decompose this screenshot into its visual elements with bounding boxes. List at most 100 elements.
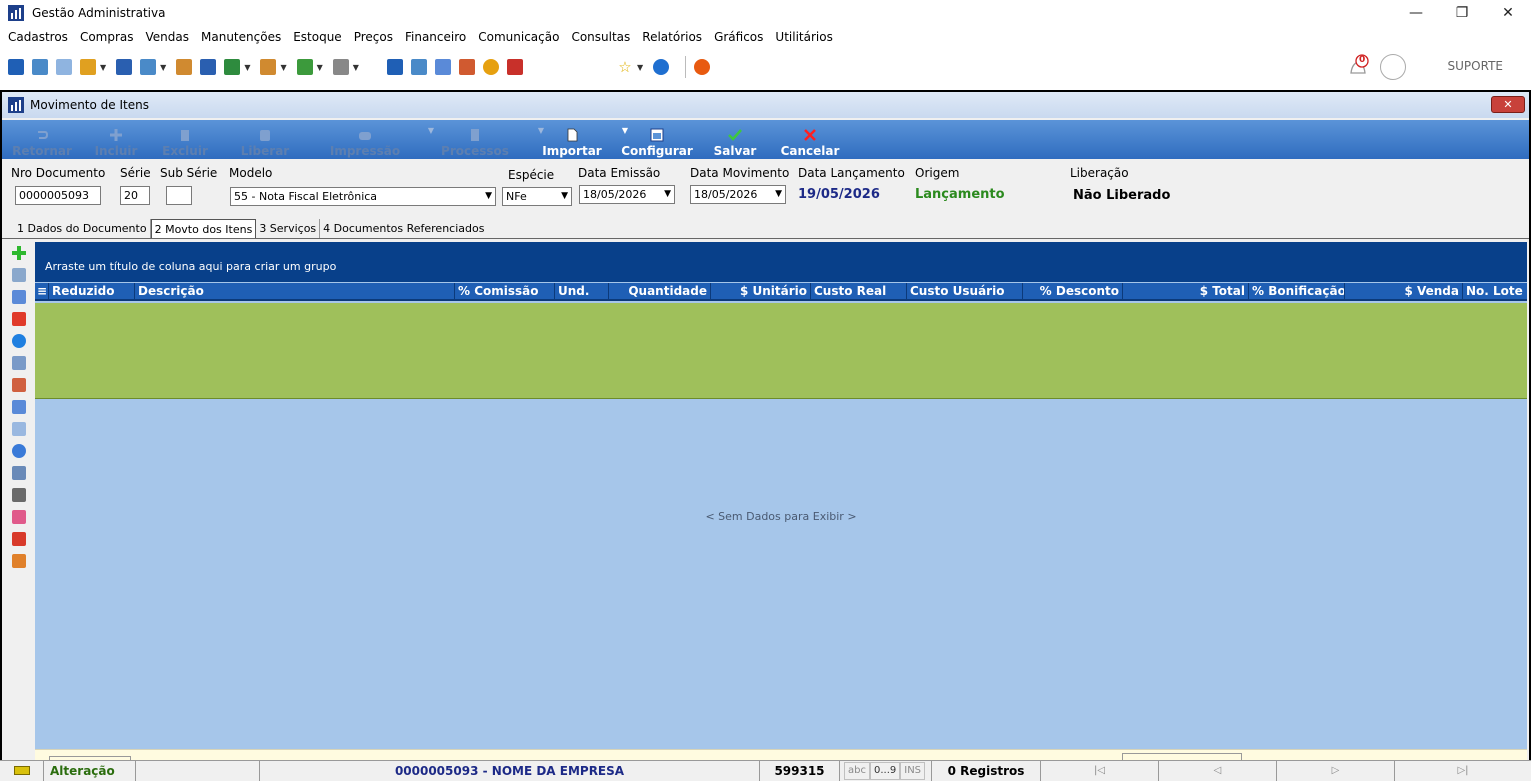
- add-icon[interactable]: [12, 246, 26, 260]
- dropdown-arrow-icon[interactable]: ▼: [317, 63, 323, 72]
- salvar-button[interactable]: Salvar: [700, 120, 770, 159]
- search-doc-icon[interactable]: [506, 59, 523, 75]
- modelo-select[interactable]: 55 - Nota Fiscal Eletrônica ▼: [230, 187, 496, 206]
- book-icon[interactable]: [8, 59, 24, 75]
- row-selector-icon[interactable]: ≡: [35, 283, 49, 299]
- pen-icon[interactable]: [12, 510, 26, 524]
- lock-icon[interactable]: [482, 59, 499, 75]
- data-emissao-field[interactable]: 18/05/2026 ▼: [579, 185, 675, 204]
- col-desconto[interactable]: % Desconto: [1023, 283, 1123, 299]
- dropdown-arrow-icon[interactable]: ▼: [244, 63, 250, 72]
- menu-cadastros[interactable]: Cadastros: [8, 27, 68, 47]
- cancelar-button[interactable]: Cancelar: [770, 120, 850, 159]
- tab-documentos-referenciados[interactable]: 4 Documentos Referenciados: [320, 219, 487, 239]
- list-icon[interactable]: [80, 59, 96, 75]
- bell-icon[interactable]: 0: [1345, 54, 1371, 80]
- dropdown-arrow-icon[interactable]: ▼: [353, 63, 359, 72]
- grid-add-icon[interactable]: [12, 400, 26, 414]
- grid-icon[interactable]: [386, 59, 403, 75]
- copy-icon[interactable]: [12, 422, 26, 436]
- liberar-button[interactable]: Liberar: [220, 120, 310, 159]
- gear-icon[interactable]: [12, 444, 26, 458]
- calculator-icon[interactable]: [410, 59, 427, 75]
- col-custo-real[interactable]: Custo Real: [811, 283, 907, 299]
- table-icon[interactable]: [12, 356, 26, 370]
- menu-estoque[interactable]: Estoque: [293, 27, 342, 47]
- col-bonificacao[interactable]: % Bonificação: [1249, 283, 1345, 299]
- nav-next-button[interactable]: ▷: [1277, 761, 1396, 781]
- menu-utilitarios[interactable]: Utilitários: [775, 27, 832, 47]
- col-descricao[interactable]: Descrição: [135, 283, 455, 299]
- document-icon[interactable]: [116, 59, 133, 75]
- minimize-button[interactable]: —: [1393, 0, 1439, 26]
- col-und[interactable]: Und.: [555, 283, 609, 299]
- excluir-button[interactable]: Excluir: [150, 120, 220, 159]
- users-icon[interactable]: [32, 59, 48, 75]
- child-close-button[interactable]: ✕: [1491, 96, 1525, 113]
- nav-last-button[interactable]: ▷|: [1395, 761, 1531, 781]
- menu-manutencoes[interactable]: Manutenções: [201, 27, 281, 47]
- tab-dados-documento[interactable]: 1 Dados do Documento: [14, 219, 151, 239]
- menu-vendas[interactable]: Vendas: [146, 27, 190, 47]
- book-open-icon[interactable]: [12, 378, 26, 392]
- fuel-icon[interactable]: [12, 554, 26, 568]
- serie-field[interactable]: 20: [120, 186, 150, 205]
- schedule-icon[interactable]: [458, 59, 475, 75]
- tab-movto-itens[interactable]: 2 Movto dos Itens: [150, 219, 257, 239]
- col-total[interactable]: $ Total: [1123, 283, 1249, 299]
- menu-comunicacao[interactable]: Comunicação: [478, 27, 559, 47]
- export-icon[interactable]: [12, 532, 26, 546]
- menu-financeiro[interactable]: Financeiro: [405, 27, 466, 47]
- especie-select[interactable]: NFe ▼: [502, 187, 572, 206]
- cart-icon[interactable]: [140, 59, 157, 75]
- processos-button[interactable]: Processos ▼: [420, 120, 544, 159]
- data-movimento-field[interactable]: 18/05/2026 ▼: [690, 185, 786, 204]
- group-by-panel[interactable]: Arraste um título de coluna aqui para cr…: [35, 242, 1527, 282]
- col-comissao[interactable]: % Comissão: [455, 283, 555, 299]
- menu-graficos[interactable]: Gráficos: [714, 27, 763, 47]
- sub-serie-field[interactable]: [166, 186, 192, 205]
- menu-precos[interactable]: Preços: [354, 27, 393, 47]
- col-custo-usuario[interactable]: Custo Usuário: [907, 283, 1023, 299]
- calendar-icon[interactable]: [434, 59, 451, 75]
- dropdown-arrow-icon[interactable]: ▼: [100, 63, 106, 72]
- col-unitario[interactable]: $ Unitário: [711, 283, 811, 299]
- retornar-button[interactable]: Retornar: [2, 120, 82, 159]
- printer-icon[interactable]: [332, 59, 349, 75]
- tab-servicos[interactable]: 3 Serviços: [256, 219, 321, 239]
- col-venda[interactable]: $ Venda: [1345, 283, 1463, 299]
- nav-first-button[interactable]: |◁: [1041, 761, 1160, 781]
- restore-button[interactable]: ❐: [1439, 0, 1485, 26]
- delete-icon[interactable]: [12, 312, 26, 326]
- incluir-button[interactable]: Incluir: [82, 120, 150, 159]
- col-quantidade[interactable]: Quantidade: [609, 283, 711, 299]
- importar-button[interactable]: Importar ▼: [530, 120, 628, 159]
- menu-relatorios[interactable]: Relatórios: [642, 27, 702, 47]
- person-icon[interactable]: [176, 59, 193, 75]
- configurar-button[interactable]: Configurar: [614, 120, 700, 159]
- box-icon[interactable]: [260, 59, 277, 75]
- menu-consultas[interactable]: Consultas: [571, 27, 630, 47]
- money-icon[interactable]: [296, 59, 313, 75]
- shopping-cart-icon[interactable]: [224, 59, 241, 75]
- nav-prev-button[interactable]: ◁: [1159, 761, 1278, 781]
- bank-icon[interactable]: [200, 59, 217, 75]
- col-reduzido[interactable]: Reduzido: [49, 283, 135, 299]
- tools-icon[interactable]: [12, 488, 26, 502]
- keyboard-icon[interactable]: [56, 59, 72, 75]
- power-icon[interactable]: [694, 59, 711, 75]
- info-icon[interactable]: [653, 59, 670, 75]
- nro-documento-field[interactable]: 0000005093: [15, 186, 101, 205]
- info-icon[interactable]: [12, 334, 26, 348]
- dropdown-arrow-icon[interactable]: ▼: [160, 63, 166, 72]
- close-button[interactable]: ✕: [1485, 0, 1531, 26]
- dropdown-arrow-icon[interactable]: ▼: [280, 63, 286, 72]
- star-icon[interactable]: ☆: [617, 59, 633, 75]
- menu-compras[interactable]: Compras: [80, 27, 134, 47]
- col-no-lote[interactable]: No. Lote: [1463, 283, 1527, 299]
- edit-icon[interactable]: [12, 268, 26, 282]
- columns-icon[interactable]: [12, 466, 26, 480]
- suporte-button[interactable]: SUPORTE: [1448, 59, 1503, 73]
- filter-icon[interactable]: [12, 290, 26, 304]
- dropdown-arrow-icon[interactable]: ▼: [637, 63, 643, 72]
